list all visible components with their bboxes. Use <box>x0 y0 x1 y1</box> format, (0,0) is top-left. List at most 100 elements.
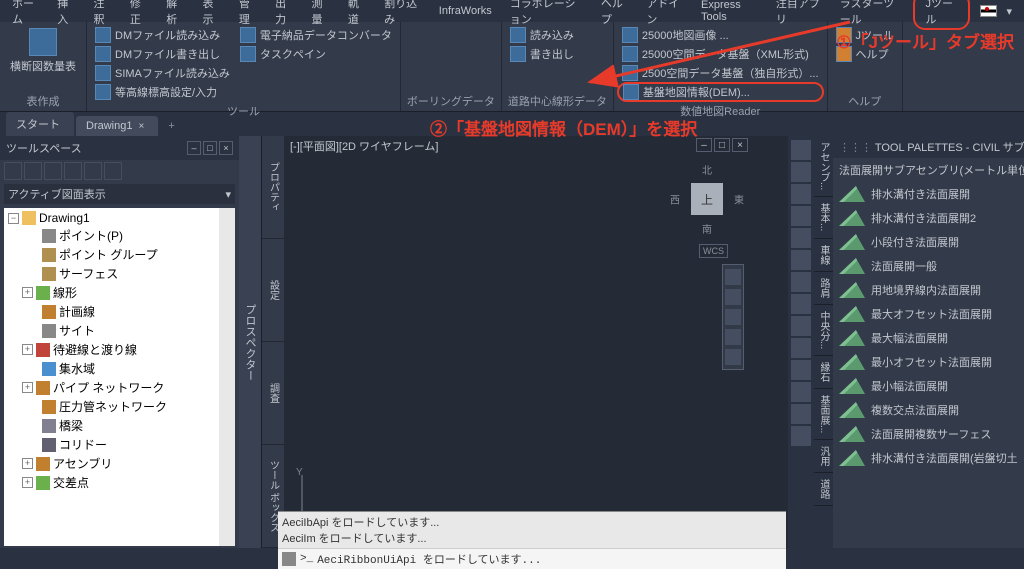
pal-item[interactable]: 排水溝付き法面展開2 <box>833 206 1024 230</box>
viewcube[interactable]: 北 南 東 西 上 <box>670 162 744 236</box>
cat-daylight[interactable]: 基面展... <box>814 389 833 440</box>
pal-item[interactable]: 小段付き法面展開 <box>833 230 1024 254</box>
edelivery-conv[interactable]: 電子納品データコンバータ <box>238 26 394 44</box>
cat-shoulder[interactable]: 路肩 <box>814 272 833 305</box>
rtool-14[interactable] <box>791 426 811 446</box>
nav-orbit-icon[interactable] <box>725 329 741 345</box>
dm-import[interactable]: DMファイル読み込み <box>93 26 232 44</box>
cat-lane[interactable]: 車線 <box>814 239 833 272</box>
map-icon <box>623 84 639 100</box>
nav-zoom-icon[interactable] <box>725 309 741 325</box>
rtool-5[interactable] <box>791 228 811 248</box>
vp-min-icon[interactable]: – <box>696 138 712 152</box>
bridge-icon <box>42 419 56 433</box>
rtool-1[interactable] <box>791 140 811 160</box>
help-btn[interactable]: ヘルプ <box>834 45 897 63</box>
pal-item[interactable]: 排水溝付き法面展開 <box>833 182 1024 206</box>
pal-item[interactable]: 排水溝付き法面展開(岩盤切土 <box>833 446 1024 470</box>
vp-close-icon[interactable]: × <box>732 138 748 152</box>
rtool-6[interactable] <box>791 250 811 270</box>
viewcube-top[interactable]: 上 <box>691 183 723 215</box>
vp-max-icon[interactable]: □ <box>714 138 730 152</box>
nav-pan-icon[interactable] <box>725 289 741 305</box>
vtab-prop[interactable]: プロパティ <box>262 136 284 239</box>
ts-tool6[interactable] <box>104 162 122 180</box>
dm-export[interactable]: DMファイル書き出し <box>93 45 232 63</box>
ts-prospector-tab[interactable]: プロスペクター <box>239 136 261 548</box>
tree-scrollbar[interactable] <box>219 208 235 546</box>
close-tab-icon[interactable]: × <box>138 121 144 132</box>
ts-tool3[interactable] <box>44 162 62 180</box>
pal-item[interactable]: 用地境界線内法面展開 <box>833 278 1024 302</box>
pal-item[interactable]: 最小オフセット法面展開 <box>833 350 1024 374</box>
pal-item[interactable]: 最大幅法面展開 <box>833 326 1024 350</box>
tab-start[interactable]: スタート <box>6 112 74 136</box>
basemap-dem[interactable]: 基盤地図情報(DEM)... <box>617 82 824 102</box>
lang-flag-icon[interactable] <box>980 5 997 17</box>
cat-road[interactable]: 道路 <box>814 473 833 506</box>
command-window[interactable]: AeciIbApi をロードしています... AeciIm をロードしています.… <box>278 511 786 569</box>
rtool-4[interactable] <box>791 206 811 226</box>
menu-jtool[interactable]: Jツール <box>913 0 969 30</box>
rtool-2[interactable] <box>791 162 811 182</box>
ts-close-icon[interactable]: × <box>219 141 233 155</box>
rtool-9[interactable] <box>791 316 811 336</box>
ts-tool4[interactable] <box>64 162 82 180</box>
rtool-12[interactable] <box>791 382 811 402</box>
road-export[interactable]: 書き出し <box>508 45 576 63</box>
convert-icon <box>240 27 256 43</box>
rtool-11[interactable] <box>791 360 811 380</box>
pal-item[interactable]: 法面展開複数サーフェス <box>833 422 1024 446</box>
file-out-icon <box>95 46 111 62</box>
ts-max-icon[interactable]: □ <box>203 141 217 155</box>
cat-basic[interactable]: 基本... <box>814 197 833 238</box>
pal-item[interactable]: 法面展開一般 <box>833 254 1024 278</box>
viewport-label[interactable]: [-][平面図][2D ワイヤフレーム] <box>290 138 438 154</box>
ts-tool2[interactable] <box>24 162 42 180</box>
tab-add[interactable]: + <box>160 116 182 136</box>
cat-generic[interactable]: 汎用 <box>814 440 833 473</box>
panel-label: 数値地図Reader <box>620 101 821 119</box>
cat-median[interactable]: 中央分... <box>814 305 833 356</box>
vtab-survey[interactable]: 調査 <box>262 342 284 445</box>
palette-list[interactable]: 排水溝付き法面展開 排水溝付き法面展開2 小段付き法面展開 法面展開一般 用地境… <box>833 182 1024 548</box>
workrow: ツールスペース – □ × アクティブ図面表示▾ −Drawing1 ポイント(… <box>0 136 1024 548</box>
pal-item[interactable]: 最小幅法面展開 <box>833 374 1024 398</box>
menu-infraworks[interactable]: InfraWorks <box>431 2 500 20</box>
map25000-img[interactable]: 25000地図画像 ... <box>620 26 821 44</box>
rtool-13[interactable] <box>791 404 811 424</box>
tab-drawing1[interactable]: Drawing1× <box>76 116 158 136</box>
panel-label: 表作成 <box>6 91 80 109</box>
map25000-xml[interactable]: 25000空間データ基盤（XML形式) <box>620 45 821 63</box>
nav-showmotion-icon[interactable] <box>725 349 741 365</box>
drawing-canvas[interactable]: [-][平面図][2D ワイヤフレーム] – □ × 北 南 東 西 上 WCS <box>284 136 788 548</box>
pal-item[interactable]: 最大オフセット法面展開 <box>833 302 1024 326</box>
rtool-3[interactable] <box>791 184 811 204</box>
ts-tool1[interactable] <box>4 162 22 180</box>
sima-import[interactable]: SIMAファイル読み込み <box>93 64 232 82</box>
vtab-settings[interactable]: 設定 <box>262 239 284 342</box>
ts-min-icon[interactable]: – <box>187 141 201 155</box>
wcs-label[interactable]: WCS <box>699 244 728 258</box>
taskpane[interactable]: タスクペイン <box>238 45 394 63</box>
ts-view-dropdown[interactable]: アクティブ図面表示▾ <box>4 184 235 204</box>
rtool-7[interactable] <box>791 272 811 292</box>
nav-compass-icon[interactable] <box>725 269 741 285</box>
map2500[interactable]: 2500空間データ基盤（独自形式）... <box>620 64 821 82</box>
featureline-icon <box>42 305 56 319</box>
jtool-help[interactable]: Jツール <box>834 26 897 44</box>
road-import[interactable]: 読み込み <box>508 26 576 44</box>
cross-section-qty-button[interactable]: 横断図数量表 <box>6 26 80 91</box>
ts-tree[interactable]: −Drawing1 ポイント(P) ポイント グループ サーフェス +線形 計画… <box>4 208 235 546</box>
rtool-8[interactable] <box>791 294 811 314</box>
contour-elev[interactable]: 等高線標高設定/入力 <box>93 83 232 101</box>
cat-assembly[interactable]: アセンブ... <box>814 136 833 197</box>
lang-dd[interactable]: ▾ <box>999 2 1021 21</box>
rtool-10[interactable] <box>791 338 811 358</box>
cat-curb[interactable]: 縁石 <box>814 356 833 389</box>
turnout-icon <box>36 343 50 357</box>
subassembly-icon <box>839 282 865 298</box>
cmd-input-row[interactable]: >_ AeciRibbonUiApi をロードしています... <box>278 548 786 569</box>
pal-item[interactable]: 複数交点法面展開 <box>833 398 1024 422</box>
ts-tool5[interactable] <box>84 162 102 180</box>
